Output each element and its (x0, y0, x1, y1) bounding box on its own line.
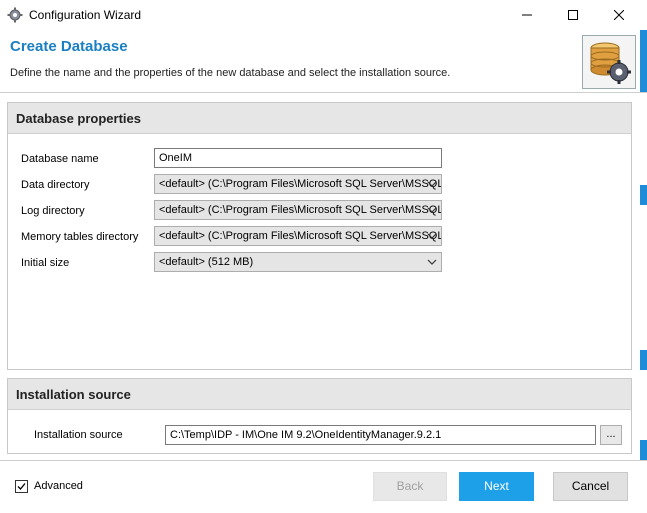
minimize-icon (522, 14, 532, 16)
initial-size-combo[interactable]: <default> (512 MB) (154, 252, 442, 272)
data-directory-combo[interactable]: <default> (C:\Program Files\Microsoft SQ… (154, 174, 442, 194)
memory-tables-directory-label: Memory tables directory (21, 231, 139, 243)
chevron-down-icon (427, 181, 437, 187)
data-directory-label: Data directory (21, 179, 90, 191)
installation-source-label: Installation source (34, 429, 123, 441)
close-icon (614, 10, 624, 20)
wizard-header: Create Database Define the name and the … (0, 30, 647, 92)
accent-strip (640, 185, 647, 205)
panel-header: Installation source (8, 379, 631, 410)
maximize-button[interactable] (550, 0, 596, 30)
combo-value: <default> (C:\Program Files\Microsoft SQ… (159, 230, 442, 242)
browse-button[interactable]: ... (600, 425, 622, 445)
database-name-label: Database name (21, 153, 99, 165)
combo-value: <default> (512 MB) (159, 256, 254, 268)
close-button[interactable] (596, 0, 642, 30)
chevron-down-icon (427, 207, 437, 213)
footer-divider (0, 460, 647, 461)
title-bar: Configuration Wizard (0, 0, 647, 30)
page-subtitle: Define the name and the properties of th… (10, 67, 451, 79)
memory-tables-directory-combo[interactable]: <default> (C:\Program Files\Microsoft SQ… (154, 226, 442, 246)
combo-value: <default> (C:\Program Files\Microsoft SQ… (159, 204, 442, 216)
chevron-down-icon (427, 259, 437, 265)
cancel-button[interactable]: Cancel (553, 472, 628, 501)
accent-strip (640, 30, 647, 92)
window-title: Configuration Wizard (29, 8, 142, 22)
check-icon (17, 483, 26, 490)
log-directory-combo[interactable]: <default> (C:\Program Files\Microsoft SQ… (154, 200, 442, 220)
header-divider (0, 92, 647, 93)
accent-strip (640, 440, 647, 460)
chevron-down-icon (427, 233, 437, 239)
accent-strip (640, 350, 647, 370)
installation-source-input[interactable]: C:\Temp\IDP - IM\One IM 9.2\OneIdentityM… (165, 425, 596, 445)
installation-source-heading: Installation source (16, 387, 131, 402)
combo-value: <default> (C:\Program Files\Microsoft SQ… (159, 178, 442, 190)
log-directory-label: Log directory (21, 205, 85, 217)
gear-app-icon (7, 7, 23, 23)
database-properties-heading: Database properties (16, 111, 141, 126)
advanced-label: Advanced (34, 480, 83, 492)
database-name-input[interactable]: OneIM (154, 148, 442, 168)
minimize-button[interactable] (504, 0, 550, 30)
database-gear-icon (582, 35, 636, 89)
advanced-checkbox[interactable] (15, 480, 28, 493)
initial-size-label: Initial size (21, 257, 70, 269)
back-button[interactable]: Back (373, 472, 447, 501)
next-button[interactable]: Next (459, 472, 534, 501)
panel-header: Database properties (8, 103, 631, 134)
page-title: Create Database (10, 38, 128, 55)
maximize-icon (568, 10, 578, 20)
